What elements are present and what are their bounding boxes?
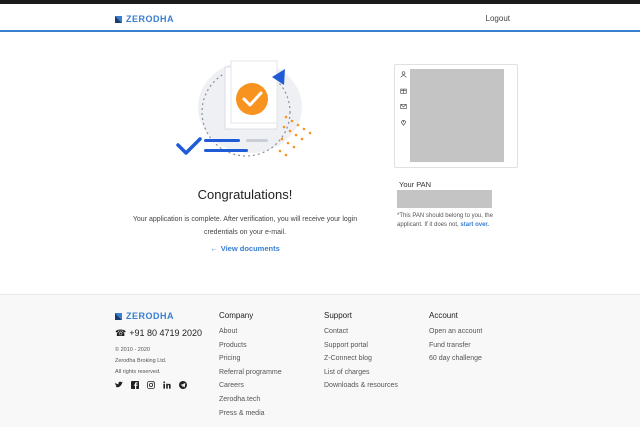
footer-link-charges[interactable]: List of charges <box>324 369 398 383</box>
rights-reserved: All rights reserved. <box>115 369 161 375</box>
zerodha-logo-icon <box>115 312 122 320</box>
profile-icons <box>400 71 410 126</box>
line-2 <box>204 149 248 152</box>
footer-column-account: Account Open an account Fund transfer 60… <box>429 311 482 369</box>
redacted-pan-field <box>397 190 492 208</box>
instagram-icon[interactable] <box>147 381 155 389</box>
footer-link-press-media[interactable]: Press & media <box>219 410 282 424</box>
user-icon <box>400 71 407 78</box>
header-logo[interactable]: ZERODHA <box>115 14 174 24</box>
logout-link[interactable]: Logout <box>486 14 510 23</box>
footer-link-pricing[interactable]: Pricing <box>219 355 282 369</box>
start-over-link[interactable]: start over. <box>460 222 489 228</box>
facebook-icon[interactable] <box>131 381 139 389</box>
phone-icon: ☎ <box>115 328 127 338</box>
phone-number: +91 80 4719 2020 <box>129 328 203 338</box>
completion-message-line-2: credentials on your e-mail. <box>203 229 287 236</box>
congratulations-title: Congratulations! <box>197 187 293 202</box>
gift-icon <box>400 88 407 94</box>
line-1 <box>204 139 240 142</box>
document-check-illustration <box>176 60 312 157</box>
pan-label: Your PAN <box>399 180 432 189</box>
footer-column-support: Support Contact Support portal Z-Connect… <box>324 311 398 396</box>
zerodha-logo-icon <box>115 15 122 23</box>
footer-link-fund-transfer[interactable]: Fund transfer <box>429 342 482 356</box>
footer-column-heading: Account <box>429 311 458 320</box>
footer-link-downloads[interactable]: Downloads & resources <box>324 382 398 396</box>
header: ZERODHA Logout <box>0 4 640 32</box>
header-logo-text: ZERODHA <box>126 14 174 24</box>
pan-note: *This PAN should belong to you, the appl… <box>397 212 517 230</box>
completion-message-line-1: Your application is complete. After veri… <box>132 216 358 223</box>
check-circle-icon <box>236 83 268 115</box>
footer-link-about[interactable]: About <box>219 328 282 342</box>
blue-check-icon <box>176 137 202 155</box>
footer-column-heading: Company <box>219 311 254 320</box>
main-content <box>0 34 640 294</box>
view-documents-label: View documents <box>220 244 280 253</box>
footer-link-zerodha-tech[interactable]: Zerodha.tech <box>219 396 282 410</box>
redacted-photo-placeholder <box>410 69 504 162</box>
completion-message: Your application is complete. After veri… <box>120 213 370 239</box>
footer-link-contact[interactable]: Contact <box>324 328 398 342</box>
footer-link-open-account[interactable]: Open an account <box>429 328 482 342</box>
arrow-left-icon: ← <box>210 244 218 253</box>
location-icon <box>401 120 406 126</box>
footer-column-heading: Support <box>324 311 353 320</box>
footer-link-support-portal[interactable]: Support portal <box>324 342 398 356</box>
profile-card <box>394 64 518 168</box>
telegram-icon[interactable] <box>179 381 187 389</box>
footer-link-referral[interactable]: Referral programme <box>219 369 282 383</box>
copyright-block: © 2010 - 2020 Zerodha Broking Ltd. All r… <box>115 345 166 378</box>
mail-icon <box>400 104 407 109</box>
footer-link-careers[interactable]: Careers <box>219 382 282 396</box>
footer-link-z-connect[interactable]: Z-Connect blog <box>324 355 398 369</box>
twitter-icon[interactable] <box>115 381 123 389</box>
footer-column-company: Company About Products Pricing Referral … <box>219 311 282 423</box>
copyright-years: © 2010 - 2020 <box>115 347 150 353</box>
footer-link-products[interactable]: Products <box>219 342 282 356</box>
footer-link-60-day-challenge[interactable]: 60 day challenge <box>429 355 482 369</box>
footer: ZERODHA ☎ +91 80 4719 2020 © 2010 - 2020 … <box>0 294 640 427</box>
linkedin-icon[interactable] <box>163 381 171 389</box>
footer-phone[interactable]: ☎ +91 80 4719 2020 <box>115 328 202 339</box>
view-documents-link[interactable]: ← View documents <box>205 244 285 253</box>
social-links <box>115 381 187 389</box>
footer-logo[interactable]: ZERODHA <box>115 311 174 321</box>
footer-logo-text: ZERODHA <box>126 311 174 321</box>
line-3 <box>246 139 268 142</box>
company-legal-name: Zerodha Broking Ltd. <box>115 358 167 364</box>
